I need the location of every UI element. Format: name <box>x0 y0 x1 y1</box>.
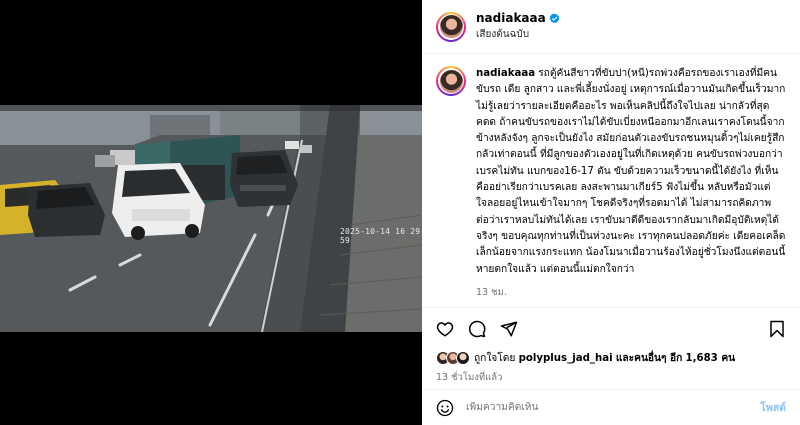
caption-username[interactable]: nadiakaaa <box>476 68 535 79</box>
comment-bar: โพสต์ <box>422 389 800 425</box>
post-comment-button[interactable]: โพสต์ <box>760 399 786 416</box>
author-username-row: nadiakaaa <box>476 11 560 25</box>
video-frame <box>0 105 422 332</box>
likes-prefix: ถูกใจโดย <box>474 353 516 364</box>
audio-label[interactable]: เสียงต้นฉบับ <box>476 27 560 42</box>
likes-text: ถูกใจโดย polyplus_jad_hai และคนอื่นๆ อีก… <box>474 350 735 366</box>
author-avatar[interactable] <box>436 11 466 42</box>
caption-avatar[interactable] <box>436 66 466 96</box>
dashcam-video[interactable]: 2025-10-14 16 29 59 <box>0 105 422 332</box>
likes-count[interactable]: 1,683 คน <box>686 353 736 364</box>
verified-icon <box>549 12 560 23</box>
share-icon[interactable] <box>500 320 518 338</box>
comment-icon[interactable] <box>468 320 486 338</box>
action-section: ถูกใจโดย polyplus_jad_hai และคนอื่นๆ อีก… <box>422 307 800 385</box>
heart-icon[interactable] <box>436 320 454 338</box>
caption-block: nadiakaaa รถตู้คันสีขาวที่ขับปา(หนี)รถพ่ว… <box>436 66 786 300</box>
post-header: nadiakaaa เสียงต้นฉบับ <box>422 0 800 54</box>
likes-middle[interactable]: และคนอื่นๆ อีก <box>616 353 682 364</box>
liker-avatar <box>456 351 470 365</box>
video-timestamp: 2025-10-14 16 29 59 <box>340 227 421 245</box>
likes-user[interactable]: polyplus_jad_hai <box>519 353 613 364</box>
post-panel: nadiakaaa เสียงต้นฉบับ nadiakaaa รถตู้คัน… <box>422 0 800 425</box>
instagram-post-view: 2025-10-14 16 29 59 nadiakaaa เสียงต้นฉบ… <box>0 0 800 425</box>
caption-time: 13 ชม. <box>476 286 507 298</box>
media-pane: 2025-10-14 16 29 59 <box>0 0 422 425</box>
caption-text: nadiakaaa รถตู้คันสีขาวที่ขับปา(หนี)รถพ่ว… <box>476 66 786 278</box>
bookmark-icon[interactable] <box>768 320 786 338</box>
author-username[interactable]: nadiakaaa <box>476 11 546 25</box>
likes-row: ถูกใจโดย polyplus_jad_hai และคนอื่นๆ อีก… <box>436 350 786 366</box>
comment-input[interactable] <box>466 402 761 413</box>
post-time[interactable]: 13 ชั่วโมงที่แล้ว <box>436 370 786 385</box>
action-bar <box>436 318 786 340</box>
liker-avatars[interactable] <box>436 351 470 365</box>
emoji-icon[interactable] <box>436 399 454 417</box>
caption-body: รถตู้คันสีขาวที่ขับปา(หนี)รถพ่วงคือรถของ… <box>476 68 786 275</box>
